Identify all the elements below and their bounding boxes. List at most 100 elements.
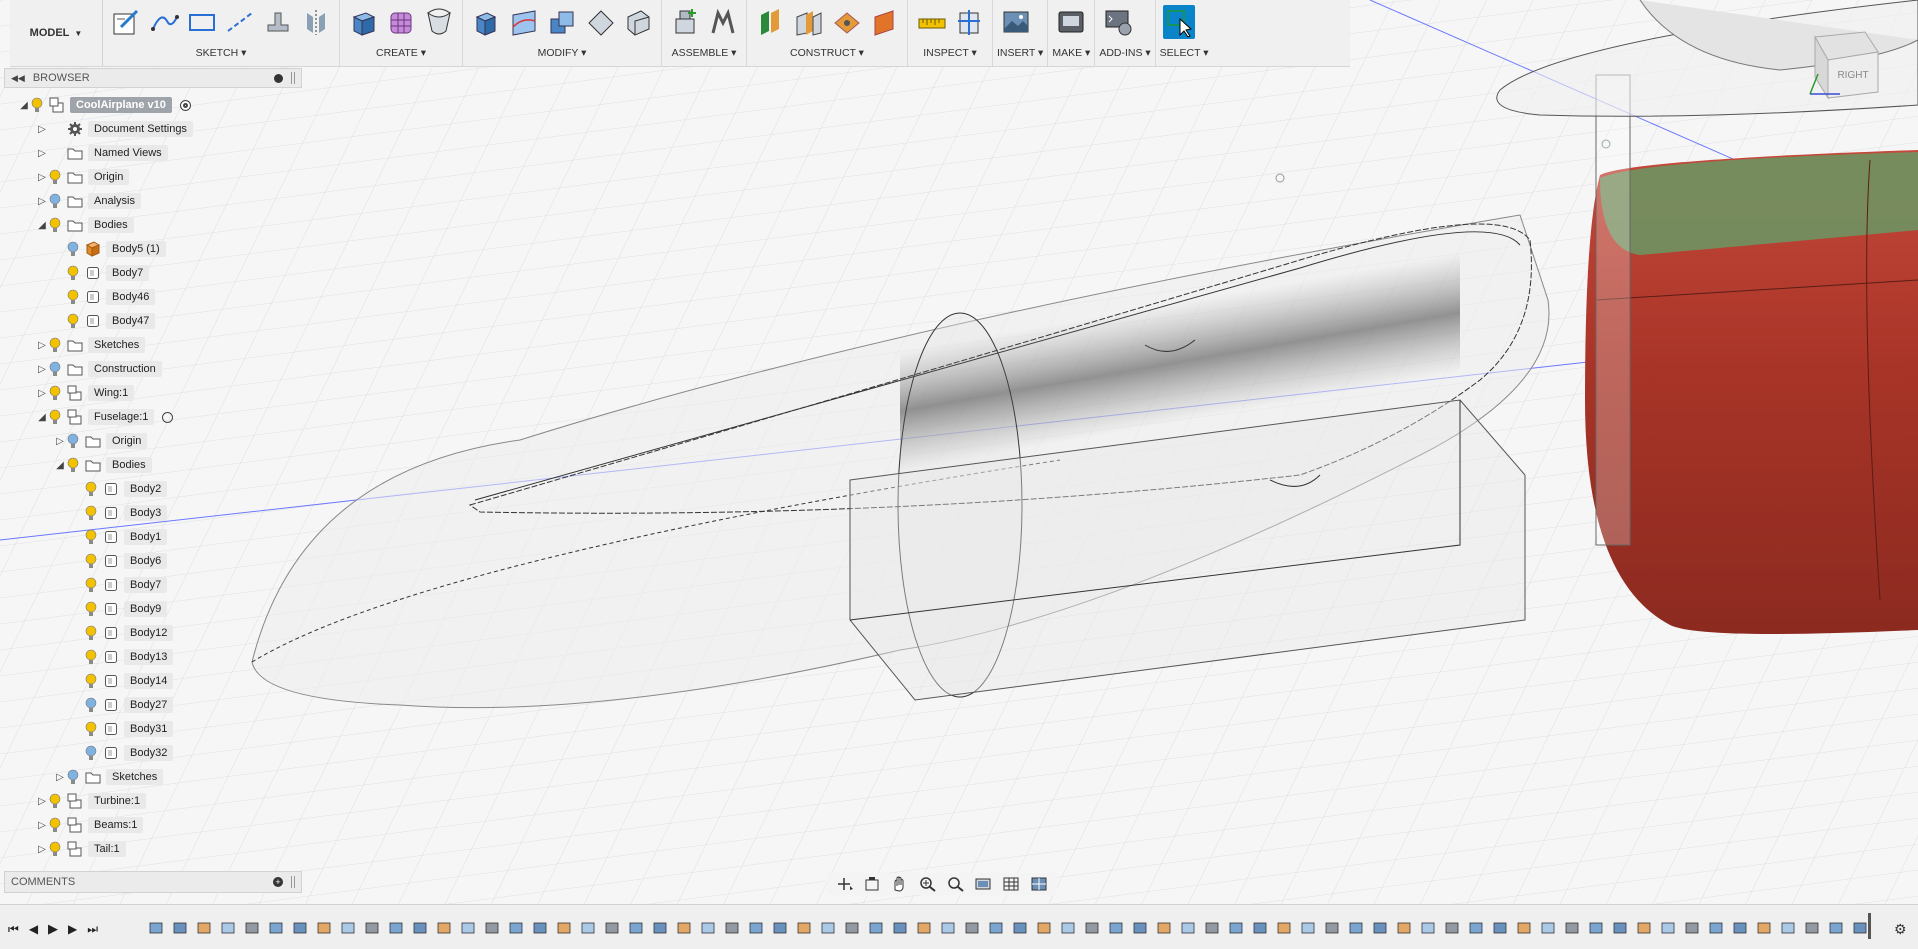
workspace-switcher[interactable]: MODEL ▼	[10, 0, 103, 66]
project-icon[interactable]	[262, 5, 294, 39]
timeline-feature-icon[interactable]	[1778, 919, 1798, 937]
timeline-feature-icon[interactable]	[218, 919, 238, 937]
visibility-bulb-icon[interactable]	[84, 481, 98, 497]
step-back-icon[interactable]: ◀	[29, 922, 38, 936]
toolbar-group-label[interactable]: CREATE ▾	[344, 44, 458, 62]
browser-item[interactable]: Body27	[4, 693, 302, 717]
spline-icon[interactable]	[148, 5, 180, 39]
timeline-feature-icon[interactable]	[386, 919, 406, 937]
collapse-triangle-icon[interactable]: ◢	[36, 219, 48, 231]
timeline-feature-icon[interactable]	[530, 919, 550, 937]
expand-triangle-icon[interactable]: ▷	[36, 339, 48, 351]
timeline-feature-icon[interactable]	[986, 919, 1006, 937]
browser-item[interactable]: ◢ CoolAirplane v10	[4, 93, 302, 117]
browser-item[interactable]: Body5 (1)	[4, 237, 302, 261]
timeline-feature-icon[interactable]	[626, 919, 646, 937]
offset-plane-icon[interactable]	[754, 5, 786, 39]
insert-canvas-icon[interactable]	[1000, 5, 1032, 39]
visibility-bulb-icon[interactable]	[66, 313, 80, 329]
timeline-settings-icon[interactable]: ⚙	[1894, 921, 1907, 938]
timeline-feature-icon[interactable]	[1322, 919, 1342, 937]
visibility-bulb-icon[interactable]	[84, 745, 98, 761]
display-settings-icon[interactable]	[973, 875, 995, 893]
timeline-feature-icon[interactable]	[554, 919, 574, 937]
revolve-icon[interactable]	[423, 5, 455, 39]
browser-item[interactable]: ▷ Document Settings	[4, 117, 302, 141]
timeline-feature-icon[interactable]	[1658, 919, 1678, 937]
toolbar-group-label[interactable]: CONSTRUCT ▾	[751, 44, 903, 62]
look-at-icon[interactable]	[861, 875, 883, 893]
visibility-bulb-icon[interactable]	[48, 361, 62, 377]
panel-grip-icon[interactable]	[291, 72, 295, 84]
visibility-bulb-icon[interactable]	[84, 505, 98, 521]
timeline-feature-icon[interactable]	[1562, 919, 1582, 937]
timeline-feature-icon[interactable]	[650, 919, 670, 937]
timeline-feature-icon[interactable]	[1010, 919, 1030, 937]
toolbar-group-label[interactable]: INSPECT ▾	[912, 44, 988, 62]
timeline-feature-icon[interactable]	[962, 919, 982, 937]
toolbar-group-label[interactable]: SKETCH ▾	[107, 44, 335, 62]
section-analysis-icon[interactable]	[953, 5, 985, 39]
timeline-feature-icon[interactable]	[1130, 919, 1150, 937]
timeline-feature-icon[interactable]	[1226, 919, 1246, 937]
browser-item[interactable]: Body7	[4, 573, 302, 597]
browser-item[interactable]: Body12	[4, 621, 302, 645]
timeline-feature-icon[interactable]	[434, 919, 454, 937]
browser-item[interactable]: ▷ Origin	[4, 429, 302, 453]
visibility-bulb-icon[interactable]	[66, 241, 80, 257]
timeline-feature-icon[interactable]	[458, 919, 478, 937]
viewcube[interactable]: RIGHT	[1800, 22, 1890, 102]
toolbar-group-label[interactable]: ASSEMBLE ▾	[666, 44, 742, 62]
timeline-feature-icon[interactable]	[1202, 919, 1222, 937]
browser-item[interactable]: ▷ Construction	[4, 357, 302, 381]
3d-print-icon[interactable]	[1055, 5, 1087, 39]
panel-grip-icon[interactable]	[291, 876, 295, 888]
timeline-feature-icon[interactable]	[938, 919, 958, 937]
timeline-feature-icon[interactable]	[770, 919, 790, 937]
visibility-bulb-icon[interactable]	[84, 697, 98, 713]
timeline-feature-icon[interactable]	[1082, 919, 1102, 937]
timeline-feature-icon[interactable]	[290, 919, 310, 937]
timeline-feature-icon[interactable]	[1442, 919, 1462, 937]
select-cursor-icon[interactable]	[1162, 5, 1195, 39]
timeline-feature-icon[interactable]	[674, 919, 694, 937]
expand-triangle-icon[interactable]: ▷	[36, 123, 48, 135]
box-icon[interactable]	[347, 5, 379, 39]
grid-settings-icon[interactable]	[1001, 875, 1023, 893]
browser-item[interactable]: Body9	[4, 597, 302, 621]
browser-item[interactable]: ▷ Sketches	[4, 765, 302, 789]
measure-icon[interactable]	[915, 5, 947, 39]
timeline-feature-icon[interactable]	[1178, 919, 1198, 937]
form-mesh-icon[interactable]	[385, 5, 417, 39]
timeline-feature-icon[interactable]	[578, 919, 598, 937]
timeline-feature-icon[interactable]	[722, 919, 742, 937]
collapse-triangle-icon[interactable]: ◢	[18, 99, 30, 111]
activate-radio-icon[interactable]	[162, 411, 174, 423]
timeline-feature-icon[interactable]	[1730, 919, 1750, 937]
timeline-feature-icon[interactable]	[1802, 919, 1822, 937]
timeline-feature-icon[interactable]	[794, 919, 814, 937]
expand-triangle-icon[interactable]: ▷	[36, 195, 48, 207]
timeline-feature-icon[interactable]	[506, 919, 526, 937]
visibility-bulb-icon[interactable]	[66, 265, 80, 281]
timeline-marker[interactable]	[1868, 913, 1871, 939]
toolbar-group-label[interactable]: INSERT ▾	[997, 44, 1043, 62]
visibility-bulb-icon[interactable]	[84, 601, 98, 617]
browser-item[interactable]: ▷ Origin	[4, 165, 302, 189]
visibility-bulb-icon[interactable]	[48, 337, 62, 353]
timeline-feature-icon[interactable]	[1058, 919, 1078, 937]
browser-item[interactable]: ▷ Beams:1	[4, 813, 302, 837]
visibility-bulb-icon[interactable]	[48, 193, 62, 209]
visibility-bulb-icon[interactable]	[48, 793, 62, 809]
zoom-icon[interactable]	[917, 875, 939, 893]
plane-at-angle-icon[interactable]	[868, 5, 900, 39]
timeline-feature-icon[interactable]	[1754, 919, 1774, 937]
visibility-bulb-icon[interactable]	[48, 409, 62, 425]
visibility-bulb-icon[interactable]	[66, 769, 80, 785]
expand-triangle-icon[interactable]: ▷	[36, 363, 48, 375]
browser-item[interactable]: Body1	[4, 525, 302, 549]
timeline-feature-icon[interactable]	[1346, 919, 1366, 937]
timeline-feature-icon[interactable]	[890, 919, 910, 937]
visibility-bulb-icon[interactable]	[66, 457, 80, 473]
visibility-bulb-icon[interactable]	[84, 529, 98, 545]
